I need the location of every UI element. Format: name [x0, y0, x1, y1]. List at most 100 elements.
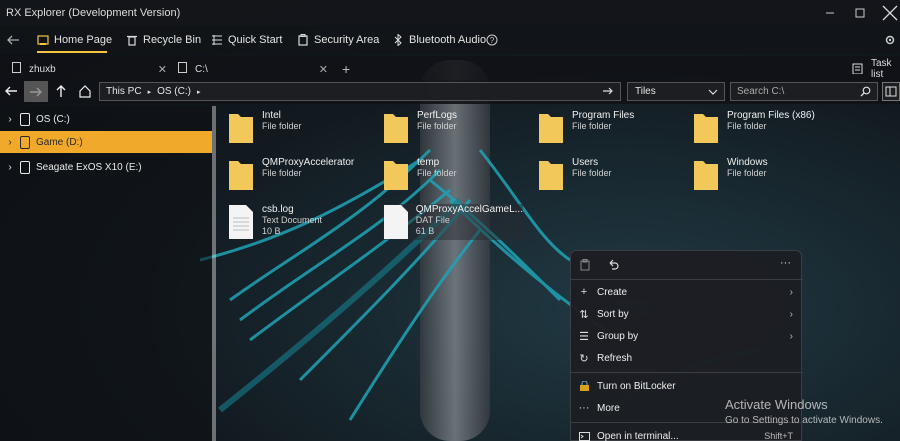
back-arrow-icon[interactable]	[6, 32, 20, 48]
file-type: File folder	[262, 121, 302, 131]
file-name: Program Files (x86)	[727, 110, 815, 121]
file-type: File folder	[727, 121, 767, 131]
pane-divider[interactable]	[212, 106, 216, 441]
text-file-icon	[229, 205, 253, 239]
window-title: RX Explorer (Development Version)	[6, 7, 181, 19]
tab-close-icon[interactable]: ✕	[319, 63, 328, 76]
close-icon[interactable]	[875, 4, 900, 22]
file-name: PerfLogs	[417, 110, 458, 121]
address-bar[interactable]: This PC ▸ OS (C:) ▸	[99, 82, 621, 101]
view-mode-select[interactable]: Tiles	[627, 82, 725, 101]
chevron-right-icon: ▸	[196, 88, 201, 96]
go-arrow-icon[interactable]	[602, 86, 614, 99]
tab-c-drive[interactable]: C:\ ✕	[178, 58, 328, 80]
menu-item-bitlocker[interactable]: Turn on BitLocker	[571, 375, 803, 397]
file-type: Text Document	[262, 215, 323, 225]
undo-icon[interactable]	[607, 258, 619, 273]
file-item[interactable]: QMProxyAccelerator File folder	[228, 157, 378, 191]
minimize-icon[interactable]	[815, 4, 845, 22]
svg-text:?: ?	[490, 36, 495, 45]
group-icon: ☰	[579, 330, 589, 343]
menu-item-refresh[interactable]: ↻ Refresh	[571, 347, 803, 369]
chevron-right-icon: ›	[789, 330, 793, 342]
toolbar-quick-start[interactable]: Quick Start	[211, 32, 282, 48]
chevron-right-icon[interactable]: ›	[0, 162, 20, 173]
watermark-line1: Activate Windows	[725, 397, 828, 412]
file-item[interactable]: Intel File folder	[228, 110, 378, 144]
file-item[interactable]: Windows File folder	[693, 157, 843, 191]
file-type: File folder	[572, 168, 612, 178]
file-item[interactable]: csb.log Text Document 10 B	[228, 204, 378, 240]
tab-zhuxb-label: zhuxb	[29, 63, 56, 75]
file-item[interactable]: Program Files File folder	[538, 110, 688, 144]
menu-item-label: More	[597, 402, 620, 414]
toolbar-recycle-bin-label: Recycle Bin	[143, 34, 202, 46]
help-icon[interactable]: ?	[486, 32, 498, 48]
chevron-right-icon[interactable]: ›	[0, 114, 20, 125]
menu-item-group-by[interactable]: ☰ Group by ›	[571, 325, 803, 347]
chevron-down-icon	[708, 88, 718, 99]
file-item[interactable]: QMProxyAccelGameL... DAT File 61 B	[383, 204, 523, 240]
search-icon[interactable]	[860, 86, 871, 100]
shield-icon	[297, 34, 309, 46]
file-type: File folder	[262, 168, 302, 178]
file-type: File folder	[417, 168, 457, 178]
tab-c-drive-label: C:\	[195, 63, 208, 75]
address-segment[interactable]: This PC	[106, 86, 142, 97]
sidebar-item-os-c[interactable]: › OS (C:)	[0, 108, 212, 130]
tab-zhuxb[interactable]: zhuxb ✕	[12, 58, 167, 80]
toolbar-quick-start-label: Quick Start	[228, 34, 283, 46]
bitlocker-icon	[571, 380, 597, 392]
nav-forward-icon[interactable]	[24, 81, 48, 102]
toolbar-bluetooth-audio[interactable]: Bluetooth Audio	[392, 32, 486, 48]
drive-icon	[20, 112, 30, 126]
sidebar-item-game-d[interactable]: › Game (D:)	[0, 131, 212, 153]
file-type: DAT File	[415, 215, 450, 225]
address-segment[interactable]: OS (C:)	[157, 86, 191, 97]
more-options-icon[interactable]: ···	[780, 257, 791, 269]
nav-up-icon[interactable]	[54, 84, 68, 101]
new-tab-button[interactable]: +	[342, 58, 350, 80]
file-item[interactable]: PerfLogs File folder	[383, 110, 533, 144]
menu-item-create[interactable]: + Create ›	[571, 281, 803, 303]
maximize-icon[interactable]	[845, 4, 875, 22]
gear-icon[interactable]	[884, 32, 896, 48]
sidebar-item-seagate-e[interactable]: › Seagate ExOS X10 (E:)	[0, 156, 212, 178]
watermark-line2: Go to Settings to activate Windows.	[725, 415, 883, 426]
preview-pane-icon[interactable]	[882, 82, 900, 101]
task-list-button[interactable]: Task list	[852, 58, 900, 80]
trash-icon	[126, 34, 138, 46]
view-mode-value: Tiles	[635, 86, 656, 97]
drive-icon	[20, 135, 30, 149]
sidebar-item-label: Game (D:)	[36, 136, 83, 148]
task-list-label: Task list	[871, 58, 892, 80]
menu-item-sort-by[interactable]: ⇅ Sort by ›	[571, 303, 803, 325]
folder-icon	[229, 114, 253, 143]
search-input[interactable]: Search C:\	[730, 82, 878, 101]
toolbar-home-page[interactable]: Home Page	[37, 32, 112, 48]
nav-home-icon[interactable]	[78, 84, 92, 101]
paste-icon[interactable]	[579, 259, 591, 274]
file-type: File folder	[727, 168, 767, 178]
file-item[interactable]: temp File folder	[383, 157, 533, 191]
menu-item-label: Sort by	[597, 308, 629, 320]
home-page-underline	[37, 51, 107, 53]
menu-separator	[571, 372, 803, 373]
file-name: temp	[417, 157, 440, 168]
toolbar-recycle-bin[interactable]: Recycle Bin	[126, 32, 201, 48]
toolbar-security-area[interactable]: Security Area	[297, 32, 379, 48]
menu-item-label: Open in terminal...	[597, 430, 679, 441]
chevron-right-icon[interactable]: ›	[0, 137, 20, 148]
menu-item-open-terminal[interactable]: Open in terminal... Shift+T	[571, 425, 803, 441]
sort-icon: ⇅	[579, 308, 589, 321]
nav-back-icon[interactable]	[4, 84, 18, 101]
search-placeholder: Search C:\	[737, 86, 785, 97]
file-item[interactable]: Users File folder	[538, 157, 688, 191]
file-type: File folder	[417, 121, 457, 131]
file-name: QMProxyAccelerator	[262, 157, 355, 168]
sidebar-item-label: OS (C:)	[36, 113, 70, 125]
file-name: Intel	[262, 110, 281, 121]
file-item[interactable]: Program Files (x86) File folder	[693, 110, 843, 144]
tab-close-icon[interactable]: ✕	[158, 63, 167, 76]
file-icon	[384, 205, 408, 239]
